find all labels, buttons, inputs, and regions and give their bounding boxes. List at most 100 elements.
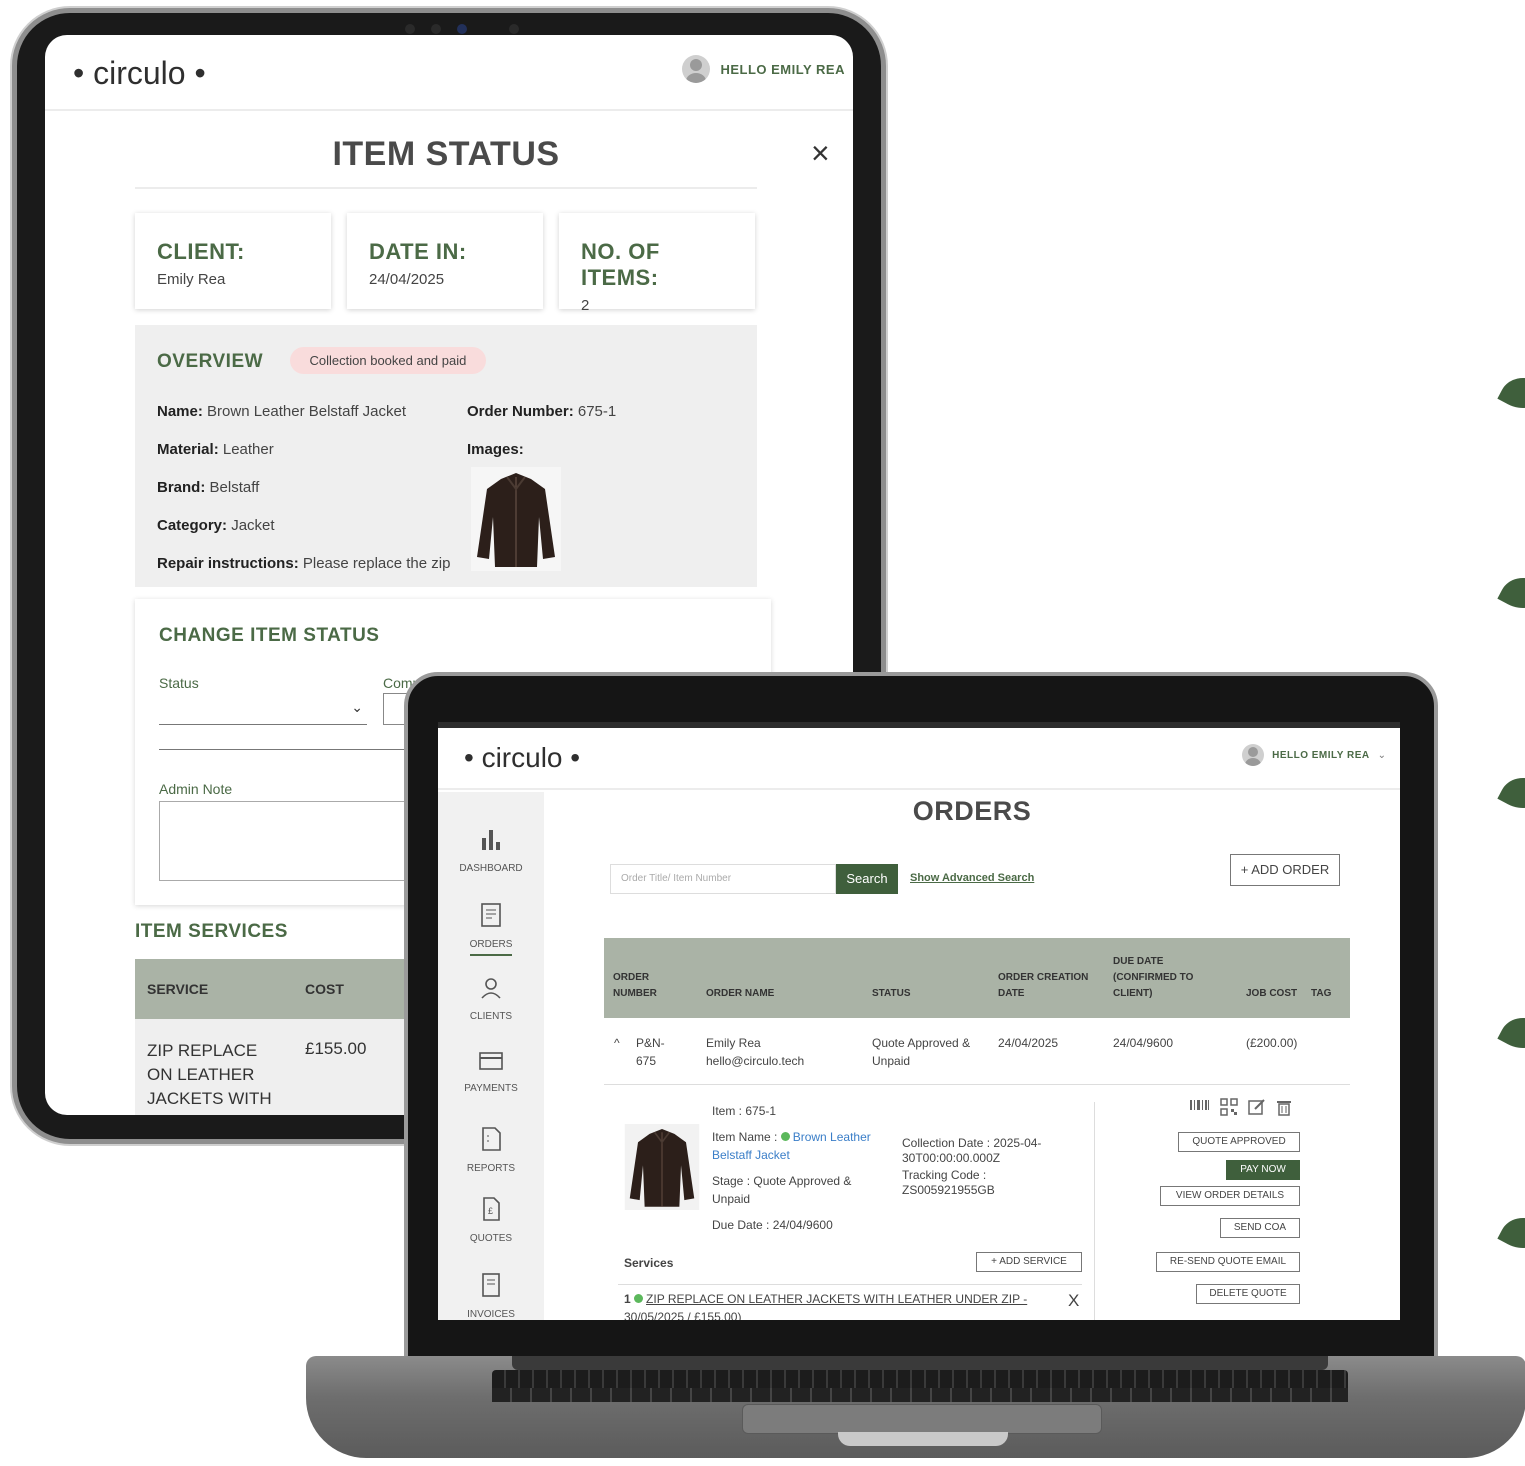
service-index: 1 (624, 1292, 631, 1306)
sidebar-item-label: INVOICES (467, 1309, 515, 1320)
item-services-title: ITEM SERVICES (135, 921, 288, 942)
sidebar-item-payments[interactable]: PAYMENTS (438, 1050, 544, 1094)
collapse-toggle[interactable]: ^ (614, 1034, 620, 1052)
user-icon (438, 976, 544, 1007)
search-button[interactable]: Search (836, 864, 898, 894)
name-value: Brown Leather Belstaff Jacket (207, 403, 407, 420)
order-email: hello@circulo.tech (706, 1054, 805, 1068)
status-badge: Collection booked and paid (289, 347, 487, 374)
chevron-down-icon: ⌄ (351, 699, 363, 715)
action-icons (1190, 1098, 1292, 1121)
tracking-code: Tracking Code : ZS005921955GB (902, 1168, 995, 1197)
divider (618, 1284, 1082, 1285)
order-job-cost: (£200.00) (1246, 1036, 1298, 1050)
laptop-screen: • circulo • HELLO EMILY REA ⌄ DASHBOARD … (438, 722, 1400, 1320)
user-menu[interactable]: HELLO EMILY REA (682, 55, 845, 83)
search-input[interactable]: Order Title/ Item Number (610, 864, 836, 894)
advanced-search-link[interactable]: Show Advanced Search (910, 872, 1034, 884)
leaf-decoration (1497, 368, 1525, 418)
laptop-keyboard-row (492, 1388, 1348, 1402)
order-created: 24/04/2025 (998, 1036, 1059, 1050)
order-name: Emily Rea (706, 1036, 761, 1050)
card-value: Emily Rea (157, 271, 226, 288)
laptop-trackpad (742, 1404, 1102, 1434)
sidebar-item-orders[interactable]: ORDERS (438, 902, 544, 956)
service-name: ZIP REPLACE ON LEATHER JACKETS WITH (147, 1041, 272, 1108)
item-stage: Stage : Quote Approved & Unpaid (712, 1174, 852, 1206)
leaf-decoration (1497, 568, 1525, 618)
card-label: DATE IN: (369, 239, 467, 264)
cost-column-header: COST (305, 981, 344, 997)
jacket-thumbnail[interactable] (624, 1124, 700, 1210)
item-number: Item : 675-1 (712, 1104, 777, 1118)
leaf-decoration (1497, 1008, 1525, 1058)
send-coa-button[interactable]: SEND COA (1220, 1218, 1300, 1238)
order-number: P&N-675 (636, 1036, 665, 1068)
delete-quote-button[interactable]: DELETE QUOTE (1196, 1284, 1300, 1304)
resend-quote-email-button[interactable]: RE-SEND QUOTE EMAIL (1156, 1252, 1300, 1272)
sidebar-item-reports[interactable]: REPORTS (438, 1126, 544, 1174)
divider (135, 187, 757, 189)
column-header: STATUS (872, 988, 911, 999)
qr-code-icon[interactable] (1220, 1098, 1238, 1121)
name-row: Name: Brown Leather Belstaff Jacket (157, 403, 406, 420)
column-header: ORDER NUMBER (613, 972, 657, 999)
sidebar-item-label: REPORTS (466, 1163, 516, 1174)
sidebar-item-label: PAYMENTS (464, 1083, 518, 1094)
service-link[interactable]: ZIP REPLACE ON LEATHER JACKETS WITH LEAT… (624, 1292, 1027, 1320)
user-menu[interactable]: HELLO EMILY REA ⌄ (1242, 744, 1386, 766)
card-value: 24/04/2025 (369, 271, 445, 288)
sidebar-item-label: QUOTES (469, 1233, 513, 1244)
sidebar-item-quotes[interactable]: £ QUOTES (438, 1196, 544, 1244)
sidebar-item-label: CLIENTS (469, 1011, 513, 1022)
category-label: Category: (157, 517, 228, 534)
jacket-image[interactable] (471, 467, 561, 571)
sidebar-item-clients[interactable]: CLIENTS (438, 976, 544, 1022)
column-header: ORDER NAME (706, 988, 775, 999)
report-icon (438, 1126, 544, 1159)
sidebar-item-dashboard[interactable]: DASHBOARD (438, 826, 544, 874)
date-in-card: DATE IN: 24/04/2025 (347, 213, 543, 309)
admin-note-label: Admin Note (159, 781, 233, 797)
user-greeting: HELLO EMILY REA (1272, 749, 1370, 761)
avatar-icon (1242, 744, 1265, 766)
add-service-button[interactable]: + ADD SERVICE (976, 1252, 1082, 1272)
material-row: Material: Leather (157, 441, 274, 458)
logo[interactable]: • circulo • (73, 55, 206, 92)
bar-chart-icon (438, 826, 544, 859)
laptop-notch (838, 1432, 1008, 1446)
card-icon (438, 1050, 544, 1079)
card-value: 2 (581, 297, 590, 314)
service-column-header: SERVICE (147, 981, 209, 997)
edit-icon[interactable] (1248, 1098, 1266, 1121)
quote-approved-button[interactable]: QUOTE APPROVED (1178, 1132, 1300, 1152)
leaf-decoration (1497, 768, 1525, 818)
card-label: CLIENT: (157, 239, 245, 264)
logo[interactable]: • circulo • (464, 742, 580, 774)
add-order-button[interactable]: + ADD ORDER (1230, 854, 1340, 886)
receipt-icon (438, 902, 544, 935)
sidebar-item-label: ORDERS (469, 939, 513, 956)
orders-table-header: ORDER NUMBER ORDER NAME STATUS ORDER CRE… (604, 938, 1350, 1018)
service-cost: £155.00 (305, 1039, 367, 1058)
sidebar: DASHBOARD ORDERS CLIENTS PAYMENTS REPORT… (438, 792, 544, 1320)
remove-service-button[interactable]: X (1068, 1292, 1079, 1310)
repair-value: Please replace the zip (302, 555, 451, 572)
status-select[interactable]: ⌄ (159, 689, 367, 725)
quote-icon: £ (438, 1196, 544, 1229)
services-label: Services (624, 1256, 674, 1270)
close-icon[interactable]: × (811, 135, 830, 172)
brand-row: Brand: Belstaff (157, 479, 259, 496)
trash-icon[interactable] (1276, 1098, 1292, 1121)
pay-now-button[interactable]: PAY NOW (1226, 1160, 1300, 1180)
overview-panel: OVERVIEW Collection booked and paid Name… (135, 325, 757, 587)
sidebar-item-invoices[interactable]: INVOICES (438, 1272, 544, 1320)
card-label: NO. OF ITEMS: (581, 239, 660, 290)
view-order-details-button[interactable]: VIEW ORDER DETAILS (1160, 1186, 1300, 1206)
barcode-icon[interactable] (1190, 1098, 1210, 1121)
item-due-date: Due Date : 24/04/9600 (712, 1218, 833, 1232)
repair-label: Repair instructions: (157, 555, 299, 572)
order-status: Quote Approved & Unpaid (872, 1036, 971, 1068)
page-title: ORDERS (912, 796, 1032, 826)
brand-label: Brand: (157, 479, 206, 496)
